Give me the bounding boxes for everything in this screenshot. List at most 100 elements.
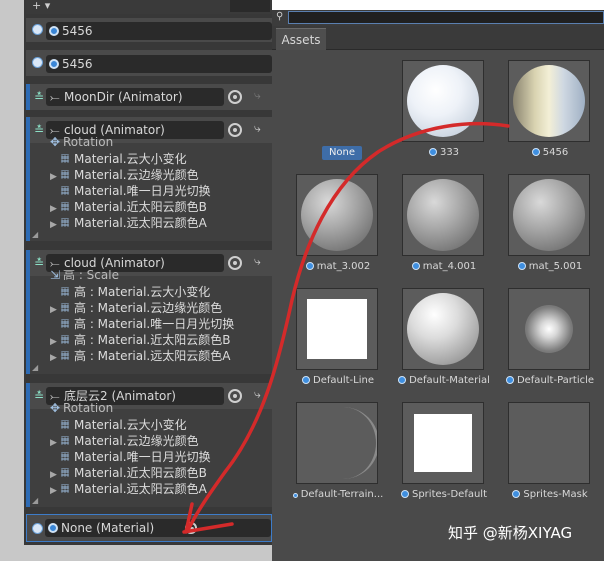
track-moondir[interactable]: ≛ ⤚ MoonDir (Animator) ⤷ xyxy=(26,84,272,110)
animator-binding-label: 底层云2 (Animator) xyxy=(64,389,176,403)
property-line[interactable]: ▶ 𝄜 Material.近太阳云颜色B xyxy=(50,199,207,215)
property-line[interactable]: ▶ 𝄜 高 : Material.云边缘光颜色 xyxy=(50,300,222,316)
tab-assets[interactable]: Assets xyxy=(276,28,326,50)
animation-track-icon: ≛ xyxy=(34,389,45,403)
asset-item[interactable]: Default-Terrain... xyxy=(286,402,390,512)
material-icon xyxy=(32,24,43,35)
property-line[interactable]: 𝄜 Material.唯一日月光切换 xyxy=(50,183,211,199)
property-line[interactable]: ✥ Rotation xyxy=(50,137,113,147)
expand-arrow[interactable]: ▶ xyxy=(50,483,61,499)
sphere-preview xyxy=(407,293,479,365)
property-line[interactable]: ▶ 𝄜 Material.云边缘光颜色 xyxy=(50,433,199,449)
asset-item[interactable]: 5456 xyxy=(498,60,602,170)
material-icon xyxy=(411,262,420,270)
asset-item[interactable]: mat_4.001 xyxy=(392,174,496,284)
property-line[interactable]: 𝄜 高 : Material.云大小变化 xyxy=(50,284,210,300)
search-icon: ⚲ xyxy=(276,11,284,22)
scale-icon: ⇲ xyxy=(50,270,61,280)
material-row-1[interactable]: 5456 xyxy=(26,18,272,42)
toolbar-field[interactable] xyxy=(230,0,270,12)
asset-caption: mat_4.001 xyxy=(392,260,496,274)
asset-item[interactable]: Sprites-Mask xyxy=(498,402,602,512)
property-line[interactable]: ▶ 𝄜 Material.远太阳云颜色A xyxy=(50,481,207,497)
curves-icon[interactable]: ⤷ xyxy=(254,254,261,269)
asset-none[interactable]: None xyxy=(290,60,394,170)
resize-handle-icon[interactable]: ◢ xyxy=(32,363,38,372)
property-line[interactable]: 𝄜 Material.云大小变化 xyxy=(50,417,187,433)
material-dot-icon xyxy=(49,26,59,36)
curves-icon[interactable]: ⤷ xyxy=(254,387,261,402)
resize-handle-icon[interactable]: ◢ xyxy=(32,496,38,505)
material-icon xyxy=(398,376,407,384)
material-slot-field[interactable]: 5456 xyxy=(46,55,272,73)
property-line[interactable]: ▶ 𝄜 Material.云边缘光颜色 xyxy=(50,167,199,183)
search-input[interactable] xyxy=(288,11,604,24)
asset-item[interactable]: mat_5.001 xyxy=(498,174,602,284)
terrain-preview xyxy=(307,407,377,479)
property-line[interactable]: ✥ Rotation xyxy=(50,403,113,413)
white-square-preview xyxy=(414,414,472,472)
add-icon[interactable]: + ▾ xyxy=(32,0,50,12)
asset-item[interactable]: mat_3.002 xyxy=(286,174,390,284)
property-icon: 𝄜 xyxy=(61,152,70,166)
object-picker-icon[interactable] xyxy=(228,389,242,403)
asset-caption: mat_3.002 xyxy=(286,260,390,274)
object-picker-icon[interactable] xyxy=(228,123,242,137)
asset-caption: 333 xyxy=(392,146,496,160)
material-slot-field[interactable]: None (Material) xyxy=(45,519,271,537)
material-slot-value: None (Material) xyxy=(61,521,155,535)
track-bottom-cloud[interactable]: ≛ ⤚ 底层云2 (Animator) ⤷ ✥ Rotation 𝄜 Materia… xyxy=(26,383,272,507)
material-row-none[interactable]: None (Material) xyxy=(26,514,272,542)
material-slot-field[interactable]: 5456 xyxy=(46,22,272,40)
material-row-2[interactable]: 5456 xyxy=(26,50,272,76)
animator-binding-label: cloud (Animator) xyxy=(64,256,165,270)
property-line[interactable]: ⇲ 高 : Scale xyxy=(50,270,119,280)
material-dot-icon xyxy=(49,59,59,69)
asset-item[interactable]: Sprites-Default xyxy=(392,402,496,512)
curves-icon[interactable]: ⤷ xyxy=(254,121,261,136)
property-line[interactable]: ▶ 𝄜 高 : Material.远太阳云颜色A xyxy=(50,348,230,364)
material-icon xyxy=(32,523,43,534)
asset-item[interactable]: Default-Material xyxy=(392,288,496,398)
asset-thumbnail xyxy=(296,288,378,370)
sphere-preview xyxy=(513,65,585,137)
asset-item[interactable]: Default-Particle xyxy=(498,288,602,398)
object-picker-icon[interactable] xyxy=(185,522,197,534)
property-icon: 𝄜 xyxy=(61,333,70,347)
property-list: ⇲ 高 : Scale 𝄜 高 : Material.云大小变化 ▶ 𝄜 高 : Mat… xyxy=(30,270,272,374)
asset-item[interactable]: 333 xyxy=(392,60,496,170)
object-picker-icon[interactable] xyxy=(228,256,242,270)
property-line[interactable]: ▶ 𝄜 Material.远太阳云颜色A xyxy=(50,215,207,231)
property-icon: 𝄜 xyxy=(61,301,70,315)
expand-arrow[interactable]: ▶ xyxy=(50,217,61,233)
property-icon: 𝄜 xyxy=(61,216,70,230)
curves-icon[interactable]: ⤷ xyxy=(254,88,261,103)
asset-caption: mat_5.001 xyxy=(498,260,602,274)
property-line[interactable]: 𝄜 Material.唯一日月光切换 xyxy=(50,449,211,465)
asset-item[interactable]: Default-Line xyxy=(286,288,390,398)
asset-caption: Sprites-Default xyxy=(392,488,496,502)
material-slot-value: 5456 xyxy=(62,57,93,71)
material-slot-value: 5456 xyxy=(62,24,93,38)
track-cloud-2[interactable]: ≛ ⤚ cloud (Animator) ⤷ ⇲ 高 : Scale 𝄜 高 : M… xyxy=(26,250,272,374)
material-icon xyxy=(302,376,310,384)
property-icon: 𝄜 xyxy=(61,466,70,480)
property-line[interactable]: ▶ 𝄜 Material.近太阳云颜色B xyxy=(50,465,207,481)
animator-binding-field[interactable]: ⤚ MoonDir (Animator) xyxy=(46,88,224,106)
none-badge: None xyxy=(322,146,362,160)
asset-thumbnail xyxy=(402,288,484,370)
expand-arrow[interactable]: ▶ xyxy=(50,350,61,366)
sphere-preview xyxy=(513,179,585,251)
object-picker-icon[interactable] xyxy=(228,90,242,104)
property-line[interactable]: 𝄜 Material.云大小变化 xyxy=(50,151,187,167)
material-icon xyxy=(400,490,409,498)
property-line[interactable]: ▶ 𝄜 高 : Material.近太阳云颜色B xyxy=(50,332,230,348)
track-cloud-1[interactable]: ≛ ⤚ cloud (Animator) ⤷ ✥ Rotation 𝄜 Materi… xyxy=(26,117,272,241)
property-list: ✥ Rotation 𝄜 Material.云大小变化 ▶ 𝄜 Material.云边缘… xyxy=(30,137,272,241)
watermark-text: 知乎 @新杨XIYAG xyxy=(448,524,573,542)
animation-track-icon: ≛ xyxy=(34,90,45,104)
resize-handle-icon[interactable]: ◢ xyxy=(32,230,38,239)
property-icon: 𝄜 xyxy=(61,317,70,331)
property-line[interactable]: 𝄜 高 : Material.唯一日月光切换 xyxy=(50,316,234,332)
material-icon xyxy=(517,262,526,270)
